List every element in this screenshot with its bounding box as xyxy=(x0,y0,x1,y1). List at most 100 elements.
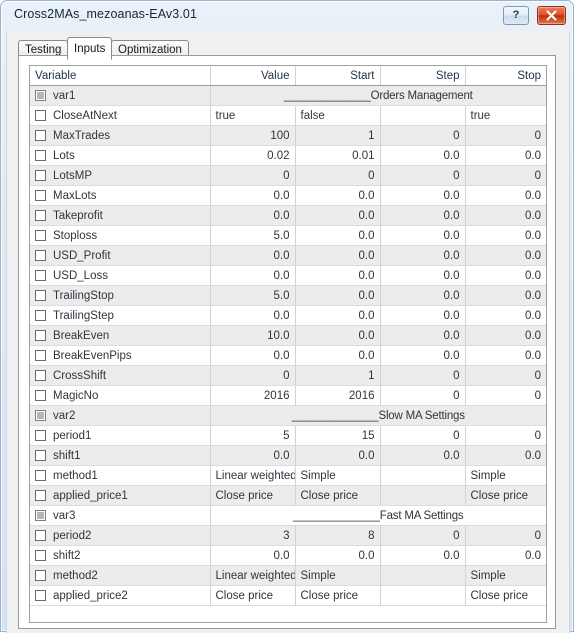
value-cell[interactable]: 0.0 xyxy=(210,305,296,326)
step-cell[interactable]: 0.0 xyxy=(380,305,466,326)
table-row[interactable]: Takeprofit 0.0 0.0 0.0 0.0 xyxy=(30,205,546,226)
table-row[interactable]: USD_Profit 0.0 0.0 0.0 0.0 xyxy=(30,245,546,266)
step-cell[interactable]: 0 xyxy=(380,425,466,446)
variable-cell[interactable]: Stoploss xyxy=(30,225,211,246)
table-row[interactable]: applied_price1 Close price Close price Clos… xyxy=(30,485,546,506)
stop-cell[interactable]: 0 xyxy=(465,425,546,446)
start-cell[interactable]: 0 xyxy=(295,165,381,186)
checkbox-method2[interactable] xyxy=(35,569,46,581)
step-cell[interactable]: 0.0 xyxy=(380,325,466,346)
start-cell[interactable]: 0.0 xyxy=(295,245,381,266)
step-cell[interactable]: 0 xyxy=(380,385,466,406)
table-row[interactable]: var3 ______________Fast MA Settings xyxy=(30,505,546,526)
start-cell[interactable]: 15 xyxy=(295,425,381,446)
variable-cell[interactable]: Lots xyxy=(30,145,211,166)
table-row[interactable]: USD_Loss 0.0 0.0 0.0 0.0 xyxy=(30,265,546,286)
value-cell[interactable]: 5 xyxy=(210,425,296,446)
checkbox-USD_Profit[interactable] xyxy=(35,249,46,261)
table-row[interactable]: period1 5 15 0 0 xyxy=(30,425,546,446)
stop-cell[interactable]: 0.0 xyxy=(465,285,546,306)
start-cell[interactable]: 0.01 xyxy=(295,145,381,166)
variable-cell[interactable]: applied_price1 xyxy=(30,485,211,506)
step-cell[interactable] xyxy=(380,565,466,586)
value-cell[interactable]: 0.02 xyxy=(210,145,296,166)
table-row[interactable]: LotsMP 0 0 0 0 xyxy=(30,165,546,186)
start-cell[interactable]: 0.0 xyxy=(295,445,381,466)
table-row[interactable]: MaxTrades 100 1 0 0 xyxy=(30,125,546,146)
variable-cell[interactable]: LotsMP xyxy=(30,165,211,186)
column-header-value[interactable]: Value xyxy=(210,66,296,86)
variable-cell[interactable]: method2 xyxy=(30,565,211,586)
table-row[interactable]: TrailingStep 0.0 0.0 0.0 0.0 xyxy=(30,305,546,326)
column-header-stop[interactable]: Stop xyxy=(465,66,546,86)
checkbox-CrossShift[interactable] xyxy=(35,369,46,381)
start-cell[interactable]: false xyxy=(295,105,381,126)
stop-cell[interactable]: 0 xyxy=(465,165,546,186)
value-cell[interactable]: 5.0 xyxy=(210,225,296,246)
checkbox-LotsMP[interactable] xyxy=(35,169,46,181)
table-row[interactable]: period2 3 8 0 0 xyxy=(30,525,546,546)
checkbox-Stoploss[interactable] xyxy=(35,229,46,241)
variable-cell[interactable]: CloseAtNext xyxy=(30,105,211,126)
value-cell[interactable]: 2016 xyxy=(210,385,296,406)
title-bar[interactable]: Cross2MAs_mezoanas-EAv3.01 ? xyxy=(1,1,573,31)
table-row[interactable]: shift2 0.0 0.0 0.0 0.0 xyxy=(30,545,546,566)
step-cell[interactable]: 0.0 xyxy=(380,445,466,466)
stop-cell[interactable]: 0.0 xyxy=(465,545,546,566)
table-row[interactable]: BreakEvenPips 0.0 0.0 0.0 0.0 xyxy=(30,345,546,366)
variable-cell[interactable]: BreakEvenPips xyxy=(30,345,211,366)
column-header-variable[interactable]: Variable xyxy=(30,66,211,86)
table-row[interactable]: Lots 0.02 0.01 0.0 0.0 xyxy=(30,145,546,166)
value-cell[interactable]: 3 xyxy=(210,525,296,546)
value-cell[interactable]: 0.0 xyxy=(210,545,296,566)
variable-cell[interactable]: TrailingStop xyxy=(30,285,211,306)
variable-cell[interactable]: USD_Profit xyxy=(30,245,211,266)
variable-cell[interactable]: shift1 xyxy=(30,445,211,466)
step-cell[interactable]: 0.0 xyxy=(380,265,466,286)
table-row[interactable]: var2 ______________Slow MA Settings xyxy=(30,405,546,426)
step-cell[interactable]: 0.0 xyxy=(380,225,466,246)
step-cell[interactable]: 0.0 xyxy=(380,545,466,566)
step-cell[interactable]: 0.0 xyxy=(380,205,466,226)
table-row[interactable]: BreakEven 10.0 0.0 0.0 0.0 xyxy=(30,325,546,346)
start-cell[interactable]: 0.0 xyxy=(295,345,381,366)
variable-cell[interactable]: shift2 xyxy=(30,545,211,566)
step-cell[interactable]: 0 xyxy=(380,525,466,546)
checkbox-MagicNo[interactable] xyxy=(35,389,46,401)
checkbox-CloseAtNext[interactable] xyxy=(35,109,46,121)
step-cell[interactable]: 0.0 xyxy=(380,185,466,206)
variable-cell[interactable]: period1 xyxy=(30,425,211,446)
variable-cell[interactable]: var1 xyxy=(30,85,211,106)
checkbox-applied_price2[interactable] xyxy=(35,589,46,601)
step-cell[interactable]: 0.0 xyxy=(380,245,466,266)
start-cell[interactable]: 0.0 xyxy=(295,265,381,286)
variable-cell[interactable]: method1 xyxy=(30,465,211,486)
step-cell[interactable]: 0.0 xyxy=(380,345,466,366)
table-row[interactable]: MaxLots 0.0 0.0 0.0 0.0 xyxy=(30,185,546,206)
tab-inputs[interactable]: Inputs xyxy=(67,37,113,60)
start-cell[interactable]: Close price xyxy=(295,485,381,506)
value-cell[interactable]: 0 xyxy=(210,365,296,386)
stop-cell[interactable]: true xyxy=(465,105,546,126)
stop-cell[interactable]: 0.0 xyxy=(465,145,546,166)
start-cell[interactable]: Simple xyxy=(295,465,381,486)
column-header-step[interactable]: Step xyxy=(380,66,466,86)
stop-cell[interactable]: Close price xyxy=(465,485,546,506)
value-cell[interactable]: Close price xyxy=(210,585,296,606)
start-cell[interactable]: 0.0 xyxy=(295,185,381,206)
value-cell[interactable]: Close price xyxy=(210,485,296,506)
checkbox-TrailingStop[interactable] xyxy=(35,289,46,301)
start-cell[interactable]: 8 xyxy=(295,525,381,546)
stop-cell[interactable]: 0.0 xyxy=(465,345,546,366)
value-cell[interactable]: 0.0 xyxy=(210,445,296,466)
step-cell[interactable] xyxy=(380,585,466,606)
stop-cell[interactable]: 0.0 xyxy=(465,445,546,466)
variable-cell[interactable]: period2 xyxy=(30,525,211,546)
stop-cell[interactable]: 0.0 xyxy=(465,185,546,206)
variable-cell[interactable]: CrossShift xyxy=(30,365,211,386)
checkbox-USD_Loss[interactable] xyxy=(35,269,46,281)
table-row[interactable]: method2 Linear weighted Simple Simple xyxy=(30,565,546,586)
checkbox-method1[interactable] xyxy=(35,469,46,481)
stop-cell[interactable]: 0 xyxy=(465,385,546,406)
stop-cell[interactable]: 0.0 xyxy=(465,245,546,266)
